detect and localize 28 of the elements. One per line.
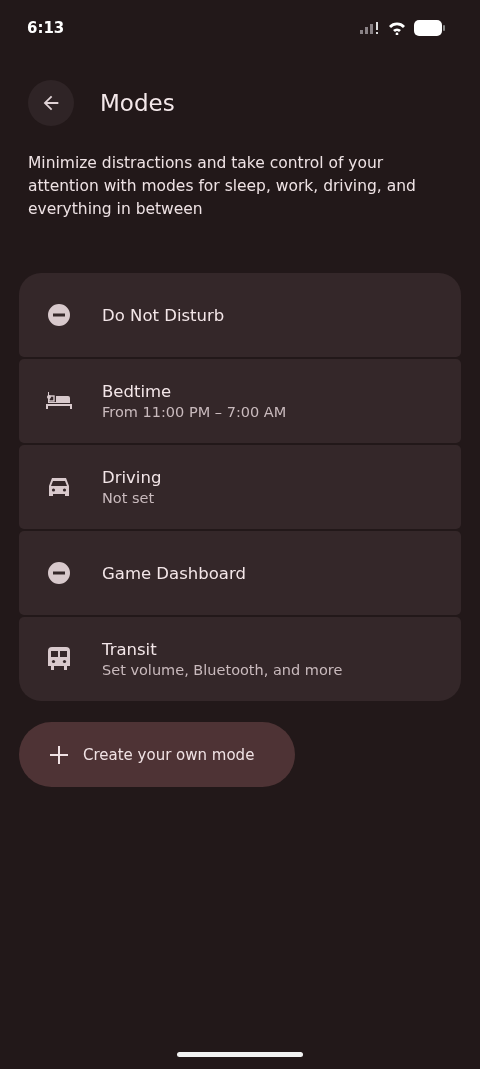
mode-summary: From 11:00 PM – 7:00 AM [102, 404, 287, 420]
mode-item[interactable]: Transit Set volume, Bluetooth, and more [19, 617, 461, 701]
mode-item[interactable]: Game Dashboard [19, 531, 461, 615]
do-not-disturb-icon [46, 561, 71, 585]
back-button[interactable] [28, 80, 74, 126]
bed-icon [45, 390, 72, 412]
mode-item[interactable]: Bedtime From 11:00 PM – 7:00 AM [19, 359, 461, 443]
mode-name: Do Not Disturb [102, 305, 225, 325]
mode-name: Driving [102, 468, 162, 487]
mode-summary: Set volume, Bluetooth, and more [102, 662, 343, 678]
create-mode-label: Create your own mode [83, 745, 255, 764]
car-icon [46, 476, 71, 498]
mode-summary: Not set [102, 490, 156, 506]
description-text: Minimize distractions and take control of your attention with modes for sleep, work, driving, and everything in between [28, 153, 417, 220]
wifi-icon [388, 21, 406, 35]
status-time: 6:13 [27, 19, 65, 37]
mode-name: Game Dashboard [102, 563, 246, 583]
mode-name: Transit [102, 640, 158, 659]
mode-name: Bedtime [102, 382, 173, 401]
bus-icon [47, 647, 70, 671]
mode-item[interactable]: Driving Not set [19, 445, 461, 529]
plus-icon [49, 744, 69, 765]
create-mode-button[interactable]: Create your own mode [19, 722, 295, 787]
mode-item[interactable]: Do Not Disturb [19, 273, 461, 357]
signal-icon [360, 22, 380, 34]
page-title: Modes [100, 90, 175, 116]
battery-icon [414, 20, 446, 36]
do-not-disturb-icon [46, 303, 71, 327]
